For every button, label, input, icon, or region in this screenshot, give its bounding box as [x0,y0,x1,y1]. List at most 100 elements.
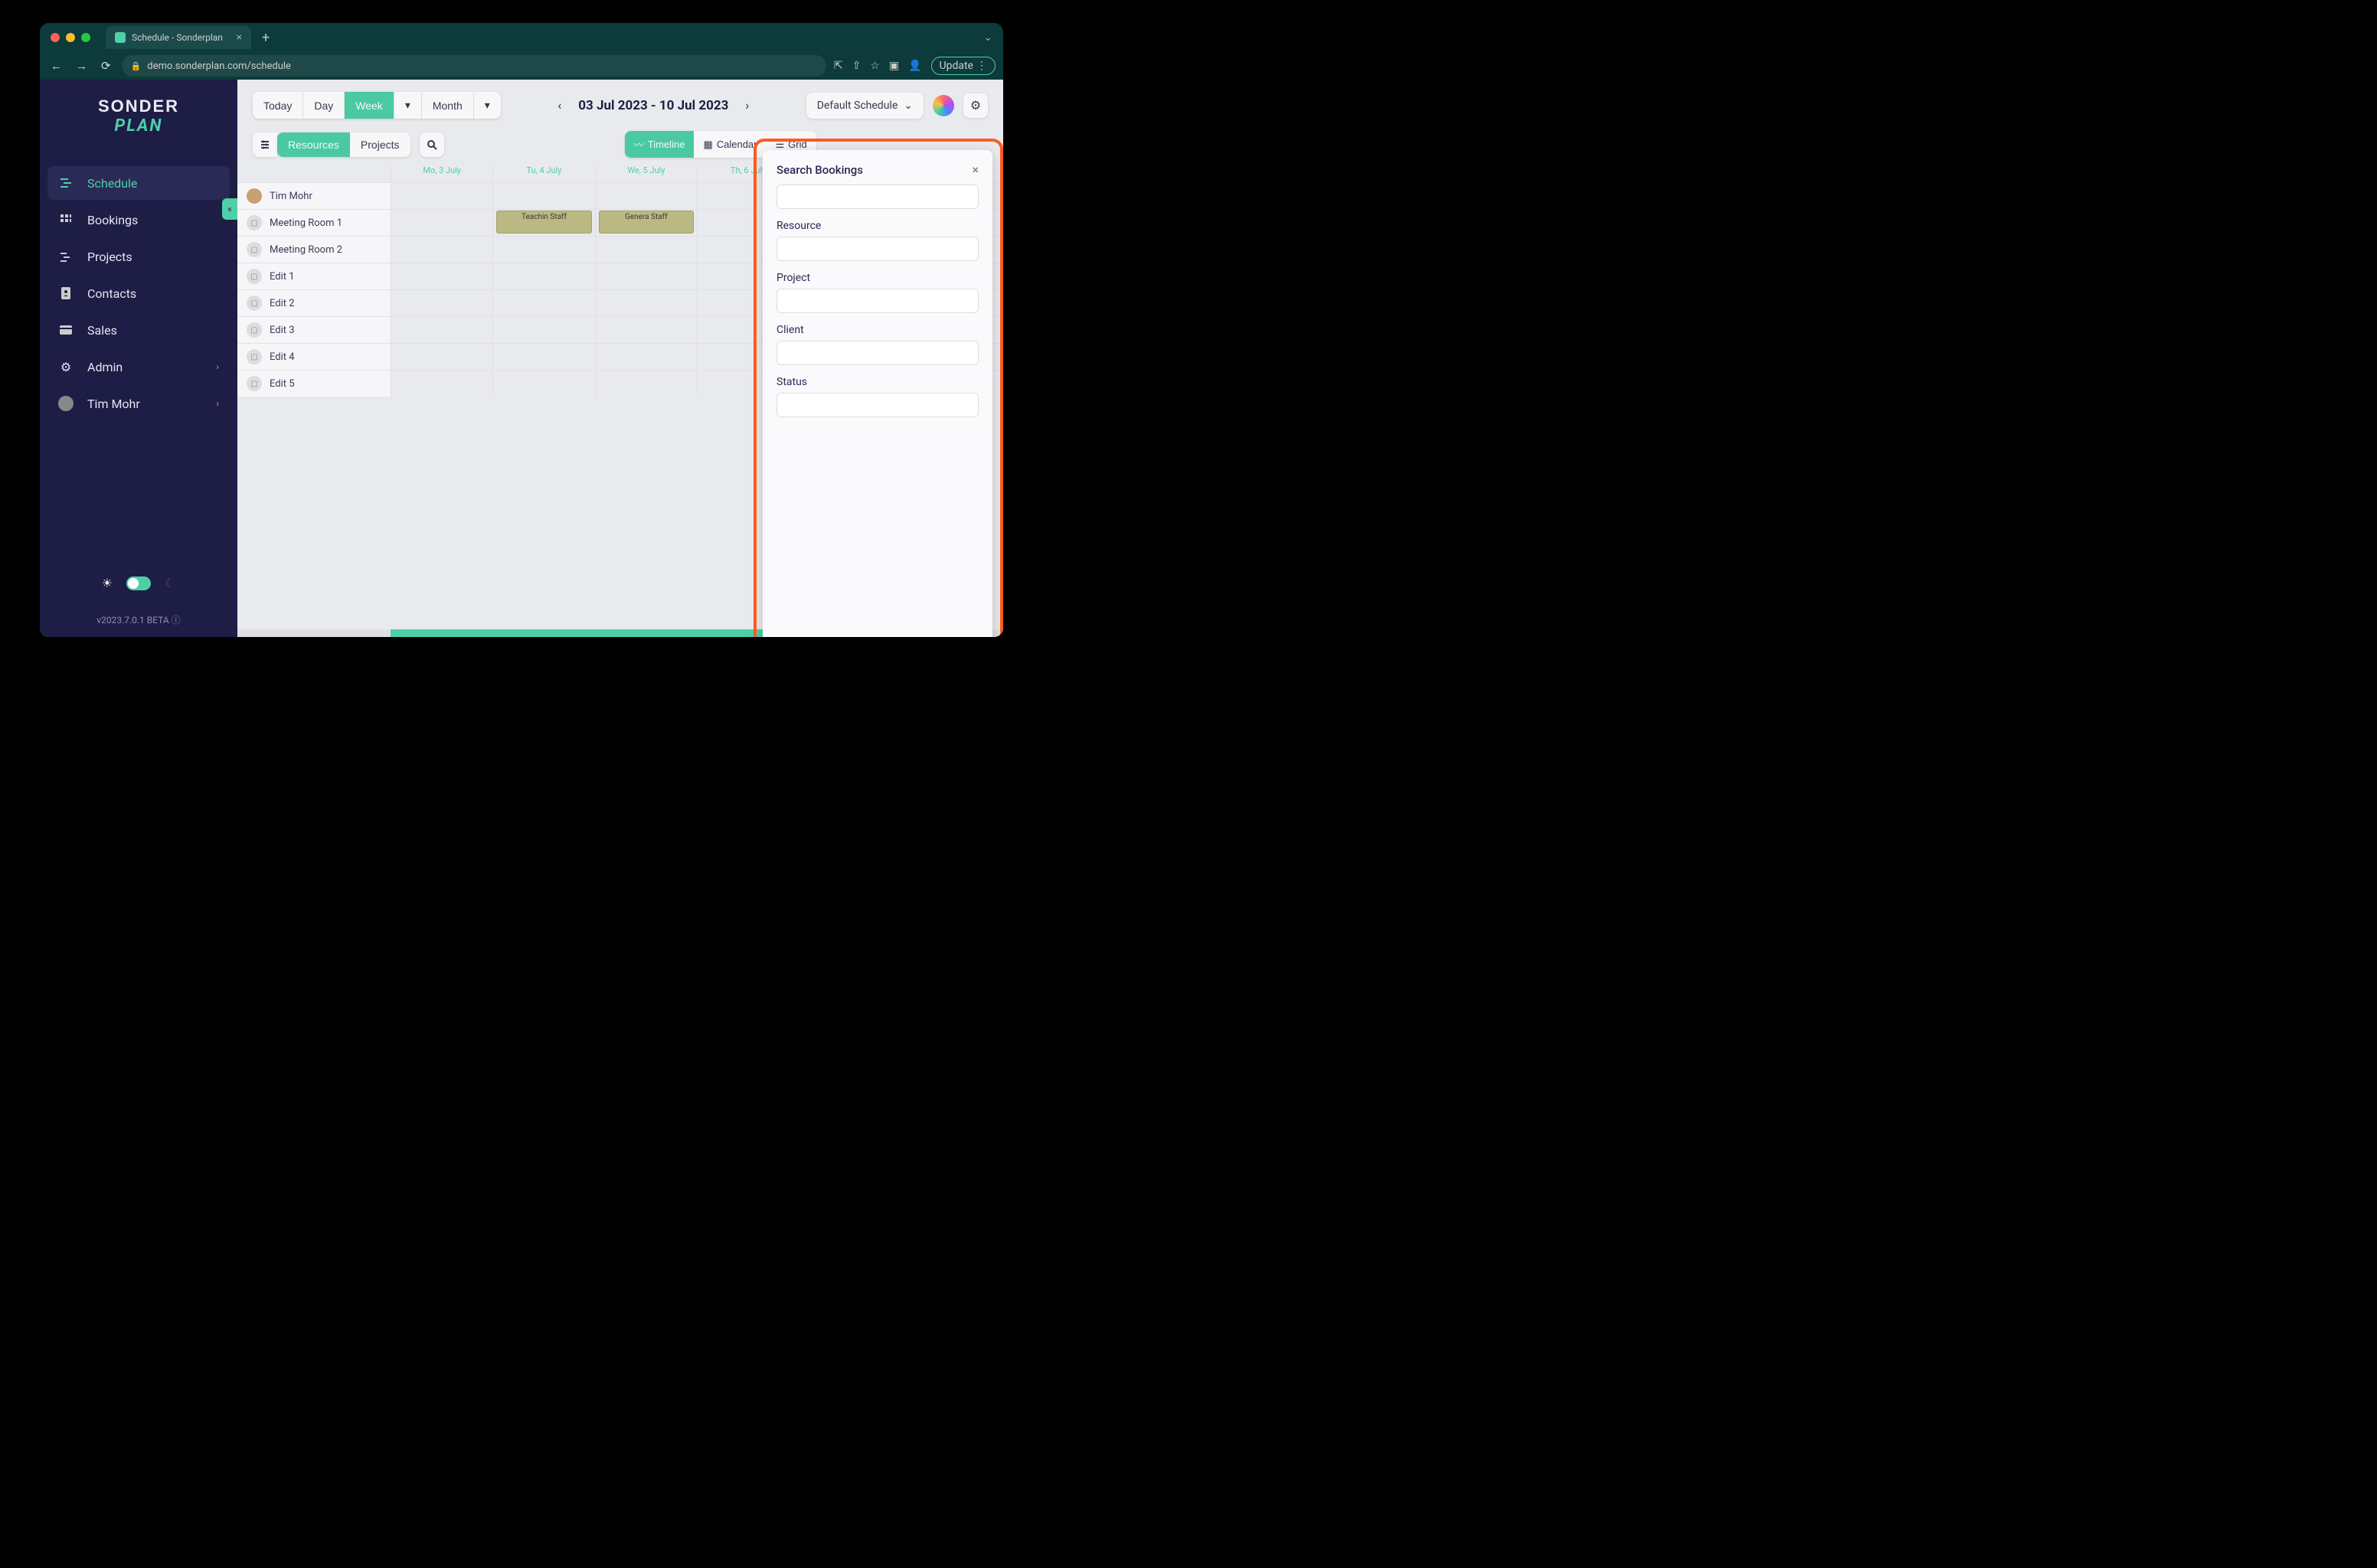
timeline-cell[interactable] [595,237,697,263]
forward-button[interactable]: → [73,56,90,76]
resource-label[interactable]: ▢Meeting Room 1 [237,210,391,236]
booking-block[interactable]: Teachin Staff [496,211,591,234]
projects-tab[interactable]: Projects [350,132,410,157]
project-input[interactable] [777,289,979,313]
back-button[interactable]: ← [47,56,65,76]
resource-label[interactable]: Tim Mohr [237,183,391,209]
resource-label[interactable]: ▢Edit 2 [237,290,391,316]
color-picker-button[interactable] [933,95,954,116]
timeline-cell[interactable] [391,237,492,263]
timeline-cell[interactable] [391,210,492,236]
timeline-cell[interactable] [391,371,492,397]
tab-favicon [115,32,126,43]
new-tab-button[interactable]: + [262,30,270,46]
week-dropdown[interactable]: ▾ [394,92,422,119]
projects-icon [58,249,74,264]
maximize-window[interactable] [81,33,90,42]
calendar-view-button[interactable]: ▦ Calendar [694,131,766,158]
schedule-select[interactable]: Default Schedule ⌄ [806,93,924,119]
open-external-icon[interactable]: ⇱ [834,60,843,72]
resource-label[interactable]: ▢Edit 5 [237,371,391,397]
filter-button[interactable] [253,132,277,157]
prev-range-button[interactable]: ‹ [551,95,567,116]
timeline-cell[interactable]: Genera Staff [595,210,697,236]
timeline-cell[interactable] [391,344,492,370]
resource-label[interactable]: ▢Edit 3 [237,317,391,343]
share-icon[interactable]: ⇧ [852,60,862,72]
browser-tab[interactable]: Schedule - Sonderplan × [106,26,251,49]
month-dropdown[interactable]: ▾ [474,92,501,119]
today-button[interactable]: Today [253,92,303,119]
resource-label[interactable]: ▢Meeting Room 2 [237,237,391,263]
timeline-cell[interactable] [391,317,492,343]
next-range-button[interactable]: › [739,95,755,116]
timeline-cell[interactable] [492,344,594,370]
resource-label[interactable]: ▢Edit 4 [237,344,391,370]
chevron-down-icon: ⌄ [904,100,913,112]
room-icon: ▢ [247,376,262,391]
day-button[interactable]: Day [303,92,345,119]
timeline-view-button[interactable]: 〰 Timeline [625,131,695,158]
timeline-cell[interactable] [595,183,697,209]
timeline-cell[interactable] [391,263,492,289]
day-header: Tu, 4 July [492,165,594,182]
theme-switch[interactable] [126,577,151,590]
day-header: We, 5 July [595,165,697,182]
collapse-sidebar-button[interactable]: « [222,198,237,220]
resources-tab[interactable]: Resources [277,132,350,157]
timeline-cell[interactable]: Teachin Staff [492,210,594,236]
sidebar-item-bookings[interactable]: Bookings [47,203,230,237]
search-button[interactable] [420,132,444,157]
week-button[interactable]: Week [345,92,394,119]
sidebar-item-schedule[interactable]: Schedule [47,166,230,200]
reload-button[interactable]: ⟳ [98,56,114,76]
resource-input[interactable] [777,237,979,261]
gear-icon: ⚙ [58,359,74,374]
timeline-cell[interactable] [595,317,697,343]
sidebar-item-sales[interactable]: Sales [47,313,230,347]
extensions-icon[interactable]: ▣ [889,60,899,72]
timeline-cell[interactable] [595,263,697,289]
toolbar: Today Day Week ▾ Month ▾ ‹ 03 Jul 2023 -… [237,80,1003,125]
field-label-project: Project [777,272,979,284]
update-button[interactable]: Update ⋮ [931,57,996,75]
month-button[interactable]: Month [422,92,474,119]
timeline-cell[interactable] [492,290,594,316]
close-window[interactable] [51,33,60,42]
timeline-cell[interactable] [595,344,697,370]
timeline-cell[interactable] [492,237,594,263]
sales-icon [58,322,74,338]
help-icon[interactable]: ⓘ [172,615,181,626]
url-bar[interactable]: 🔒 demo.sonderplan.com/schedule [122,55,826,77]
timeline-cell[interactable] [391,290,492,316]
resource-label[interactable]: ▢Edit 1 [237,263,391,289]
titlebar: Schedule - Sonderplan × + ⌄ [40,23,1003,52]
search-bookings-input[interactable] [777,185,979,209]
search-panel-title: Search Bookings × [777,162,979,177]
date-range-label[interactable]: 03 Jul 2023 - 10 Jul 2023 [578,98,728,113]
timeline-cell[interactable] [492,183,594,209]
version-label: v2023.7.0.1 BETA ⓘ [40,613,237,637]
booking-block[interactable]: Genera Staff [599,211,694,234]
close-tab-icon[interactable]: × [237,31,242,44]
status-input[interactable] [777,393,979,417]
timeline-cell[interactable] [595,371,697,397]
tabs-dropdown-icon[interactable]: ⌄ [983,31,992,44]
room-icon: ▢ [247,269,262,284]
bookmark-icon[interactable]: ☆ [870,60,880,72]
settings-button[interactable]: ⚙ [963,93,988,118]
timeline-cell[interactable] [595,290,697,316]
minimize-window[interactable] [66,33,75,42]
timeline-cell[interactable] [492,263,594,289]
sidebar-item-user[interactable]: Tim Mohr › [47,387,230,420]
sidebar-item-projects[interactable]: Projects [47,240,230,273]
timeline-cell[interactable] [391,183,492,209]
timeline-cell[interactable] [492,317,594,343]
logo: SONDER PLAN [40,80,237,143]
sidebar-item-admin[interactable]: ⚙ Admin › [47,350,230,384]
client-input[interactable] [777,341,979,365]
close-panel-icon[interactable]: × [972,162,979,177]
timeline-cell[interactable] [492,371,594,397]
sidebar-item-contacts[interactable]: Contacts [47,276,230,310]
profile-icon[interactable]: 👤 [908,60,921,72]
